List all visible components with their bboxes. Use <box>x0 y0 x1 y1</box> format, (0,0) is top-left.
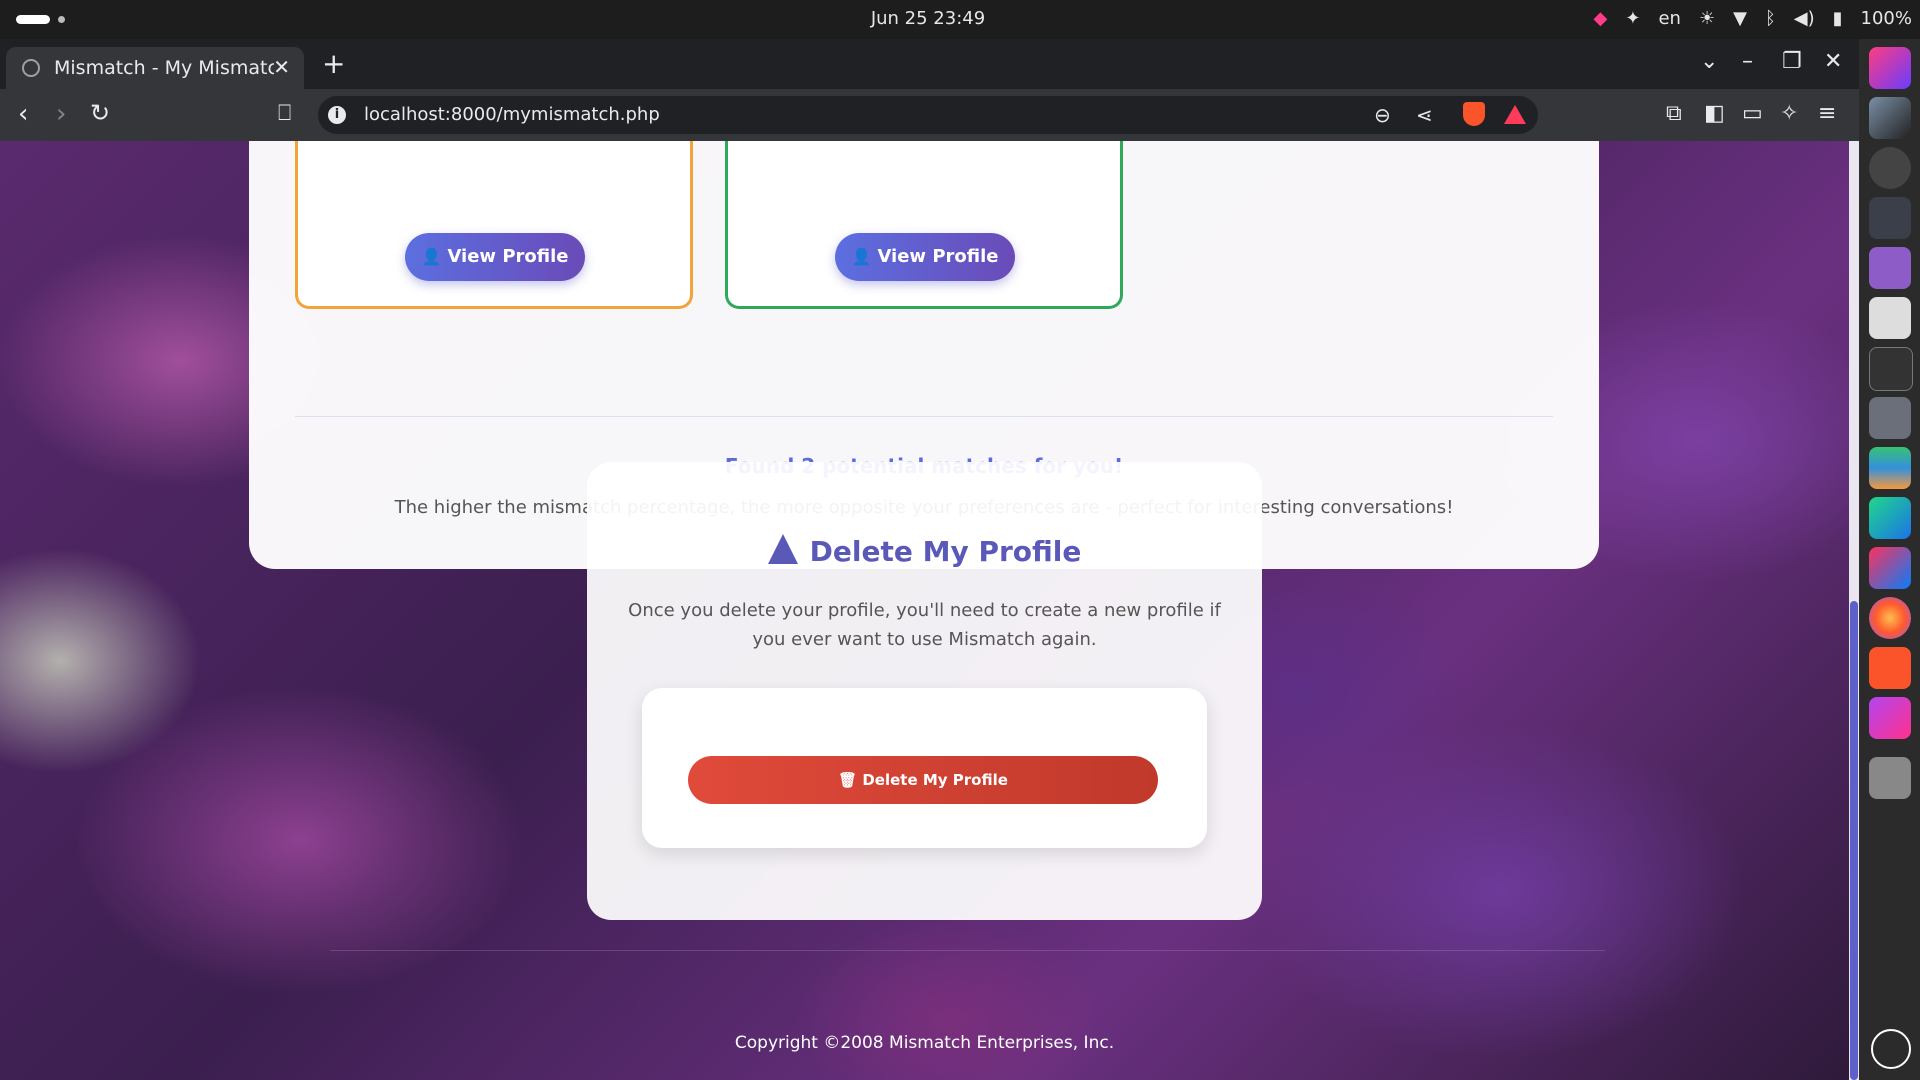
delete-profile-card: Delete My Profile Once you delete your p… <box>587 462 1262 920</box>
system-tray[interactable]: ◆ ✦ en ☀ ▼ ᛒ ◀) ▮ 100% <box>1594 8 1912 29</box>
reload-icon[interactable]: ↻ <box>90 99 110 127</box>
maximize-icon[interactable]: ❐ <box>1782 49 1802 74</box>
brave-shields-icon[interactable] <box>1463 102 1485 126</box>
bookmark-icon[interactable]: ⎕ <box>278 101 291 126</box>
tab-title: Mismatch - My Mismatch <box>54 57 274 79</box>
brave-browser-icon[interactable] <box>1869 647 1911 689</box>
brave-rewards-icon[interactable] <box>1504 105 1526 124</box>
terminal-icon[interactable] <box>1869 347 1913 391</box>
leo-ai-icon[interactable]: ✧ <box>1780 101 1798 126</box>
software-settings-icon[interactable] <box>1869 757 1911 799</box>
close-window-icon[interactable]: ✕ <box>1824 49 1842 74</box>
url-text[interactable]: localhost:8000/mymismatch.php <box>364 104 660 125</box>
pycharm-icon[interactable] <box>1869 497 1911 539</box>
wallet-icon[interactable]: ▭ <box>1742 101 1763 126</box>
globe-icon <box>22 59 40 77</box>
match-card: 👤 View Profile <box>725 141 1123 309</box>
user-avatar-app-icon[interactable] <box>1869 97 1911 139</box>
app-indicator-icon[interactable]: ◆ <box>1594 8 1608 29</box>
footer-divider <box>330 950 1605 951</box>
site-info-icon[interactable]: i <box>328 106 346 124</box>
app-dock <box>1859 39 1920 1080</box>
browser-tab[interactable]: Mismatch - My Mismatch ✕ <box>6 47 304 89</box>
intellij-icon[interactable] <box>1869 547 1911 589</box>
battery-icon[interactable]: ▮ <box>1833 8 1843 29</box>
system-monitor-icon[interactable] <box>1869 197 1911 239</box>
scrollbar-thumb[interactable] <box>1850 601 1858 1080</box>
close-tab-icon[interactable]: ✕ <box>273 55 290 79</box>
forward-icon[interactable]: › <box>56 99 66 129</box>
minimize-icon[interactable]: – <box>1742 49 1753 74</box>
trash-icon: 🗑 <box>838 771 863 789</box>
delete-profile-description: Once you delete your profile, you'll nee… <box>628 600 1221 650</box>
language-indicator[interactable]: en <box>1658 8 1680 29</box>
layers-app-icon[interactable] <box>1869 447 1911 489</box>
browser-toolbar: ‹ › ↻ ⎕ i localhost:8000/mymismatch.php … <box>0 89 1859 141</box>
view-profile-button[interactable]: 👤 View Profile <box>835 233 1015 281</box>
brightness-icon[interactable]: ☀ <box>1699 8 1715 29</box>
tab-list-chevron-icon[interactable]: ⌄ <box>1700 49 1718 74</box>
extensions-icon[interactable]: ⧉ <box>1666 101 1682 126</box>
warning-icon <box>767 534 798 564</box>
system-clock[interactable]: Jun 25 23:49 <box>0 8 1856 29</box>
browser-tab-bar: Mismatch - My Mismatch ✕ + ⌄ – ❐ ✕ <box>0 39 1859 89</box>
ubuntu-apps-icon[interactable] <box>1871 1029 1911 1069</box>
user-icon: 👤 <box>851 247 872 266</box>
wifi-icon[interactable]: ▼ <box>1733 8 1747 29</box>
match-card: 👤 View Profile <box>295 141 693 309</box>
settings-gear-app-icon[interactable] <box>1869 147 1911 189</box>
menu-icon[interactable]: ≡ <box>1818 101 1836 126</box>
address-bar[interactable]: i localhost:8000/mymismatch.php ⊖ ⋖ <box>318 96 1538 134</box>
system-top-bar: Jun 25 23:49 ◆ ✦ en ☀ ▼ ᛒ ◀) ▮ 100% <box>0 0 1920 39</box>
share-icon[interactable]: ⋖ <box>1416 103 1433 127</box>
files-icon[interactable] <box>1869 397 1911 439</box>
page-scrollbar[interactable] <box>1849 141 1859 1080</box>
firefox-icon[interactable] <box>1869 597 1911 639</box>
view-profile-button[interactable]: 👤 View Profile <box>405 233 585 281</box>
web-page: 👤View Profile 👤View Profile Found 2 pote… <box>0 141 1849 1080</box>
divider <box>295 416 1553 417</box>
new-tab-button[interactable]: + <box>322 47 345 80</box>
text-editor-icon[interactable] <box>1869 247 1911 289</box>
back-icon[interactable]: ‹ <box>18 99 28 129</box>
zoom-icon[interactable]: ⊖ <box>1374 103 1391 127</box>
bluetooth-icon[interactable]: ᛒ <box>1765 8 1776 29</box>
delete-profile-button[interactable]: 🗑 Delete My Profile <box>688 756 1158 804</box>
phpstorm-icon[interactable] <box>1869 697 1911 739</box>
accessibility-icon[interactable]: ✦ <box>1625 8 1640 29</box>
footer-copyright: Copyright ©2008 Mismatch Enterprises, In… <box>734 1033 1115 1053</box>
delete-form: 🗑 Delete My Profile <box>642 688 1207 848</box>
battery-percent: 100% <box>1860 8 1912 29</box>
sidebar-icon[interactable]: ◧ <box>1704 101 1725 126</box>
delete-profile-heading: Delete My Profile <box>587 534 1262 568</box>
document-viewer-icon[interactable] <box>1869 297 1911 339</box>
toolbox-app-icon[interactable] <box>1869 47 1911 89</box>
user-icon: 👤 <box>421 247 442 266</box>
volume-icon[interactable]: ◀) <box>1794 8 1815 29</box>
